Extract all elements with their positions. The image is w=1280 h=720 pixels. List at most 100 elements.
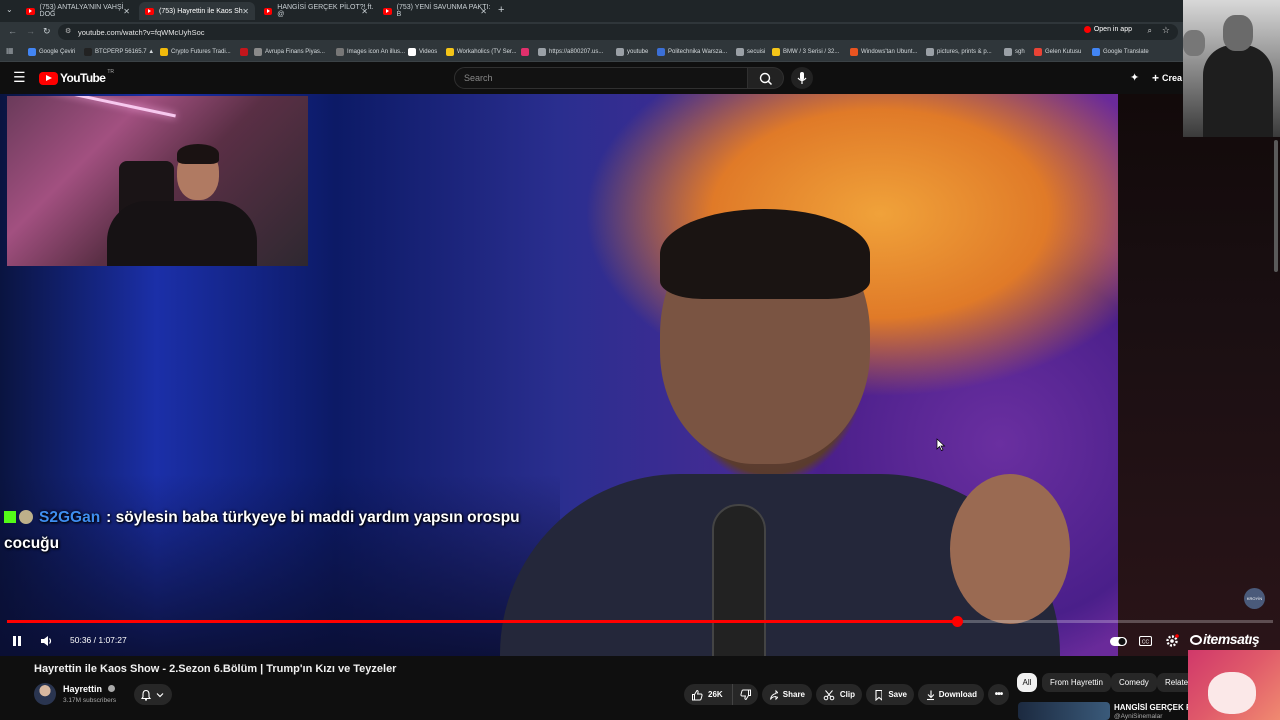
bookmark-item[interactable]: Images icon An illus...	[336, 46, 405, 58]
share-button[interactable]: Share	[762, 684, 812, 705]
bookmark-item[interactable]: youtube	[616, 46, 648, 58]
pause-icon[interactable]	[11, 635, 23, 647]
search-button[interactable]	[748, 67, 784, 89]
clip-button[interactable]: Clip	[816, 684, 862, 705]
bookmark-favicon-icon	[240, 48, 248, 56]
youtube-favicon-icon	[264, 7, 273, 15]
bookmark-item[interactable]: Crypto Futures Tradi...	[160, 46, 231, 58]
bookmark-item[interactable]	[240, 46, 251, 58]
mouse-cursor-icon	[936, 438, 946, 451]
reload-icon[interactable]: ↻	[43, 26, 51, 37]
forward-arrow-icon[interactable]: →	[26, 26, 35, 36]
page-scrollbar-thumb[interactable]	[1274, 140, 1278, 272]
close-tab-icon[interactable]: ✕	[242, 7, 249, 16]
new-tab-plus-icon[interactable]: +	[498, 4, 504, 16]
browser-tab-label: (753) YENİ SAVUNMA PAKTI: B	[396, 4, 491, 18]
sparkle-icon[interactable]: ✦	[1130, 71, 1139, 84]
bookmark-label: BMW / 3 Serisi / 32...	[783, 49, 840, 55]
chip-from-hayrettin[interactable]: From Hayrettin	[1042, 673, 1111, 692]
search-input[interactable]: Search	[454, 67, 748, 89]
open-in-app-button[interactable]: Open in app	[1083, 26, 1132, 33]
bookmark-favicon-icon	[616, 48, 624, 56]
zoom-icon[interactable]: ⌕	[1148, 26, 1152, 36]
close-tab-icon[interactable]: ✕	[361, 7, 368, 16]
more-actions-button[interactable]: •••	[988, 684, 1009, 705]
bookmark-item[interactable]: BMW / 3 Serisi / 32...	[772, 46, 839, 58]
settings-gear-icon[interactable]	[1165, 634, 1179, 648]
video-player[interactable]: S2GGan: söylesin baba türkyeye bi maddi …	[0, 94, 1280, 656]
save-button[interactable]: Save	[866, 684, 914, 705]
download-button[interactable]: Download	[918, 684, 984, 705]
autoplay-toggle-icon[interactable]	[1110, 636, 1128, 647]
notification-bell-button[interactable]	[134, 684, 172, 705]
scissors-icon	[823, 689, 835, 700]
related-video-channel: @AyniSinemalar	[1114, 713, 1163, 720]
related-video-title[interactable]: HANGİSİ GERÇEK PİL	[1114, 703, 1198, 712]
bookmark-item[interactable]: Videos	[408, 46, 437, 58]
channel-avatar[interactable]	[34, 683, 56, 705]
browser-tab-2[interactable]: (753) Hayrettin ile Kaos Sh ✕	[139, 2, 255, 20]
bookmark-label: Workaholics (TV Ser...	[457, 49, 517, 55]
browser-tab-4[interactable]: (753) YENİ SAVUNMA PAKTI: B ✕	[377, 2, 493, 20]
bookmark-item[interactable]	[521, 46, 532, 58]
address-bar-input[interactable]: ⚙ youtube.com/watch?v=fqWMcUyhSoc Open i…	[58, 24, 1178, 40]
like-button[interactable]: 26K	[684, 684, 732, 705]
more-dots-icon: •••	[994, 689, 1003, 700]
chip-all[interactable]: All	[1017, 673, 1037, 692]
back-arrow-icon[interactable]: ←	[8, 26, 17, 36]
cat-webcam-overlay	[1188, 650, 1280, 720]
bookmark-favicon-icon	[1092, 48, 1100, 56]
channel-name[interactable]: Hayrettin	[63, 684, 115, 694]
bookmark-item[interactable]: https://a800207.us...	[538, 46, 603, 58]
save-label: Save	[888, 690, 907, 699]
tab-search-chevron-icon[interactable]: ⌄	[6, 5, 13, 14]
chevron-down-icon	[156, 692, 164, 697]
youtube-play-logo-icon	[39, 71, 58, 85]
video-progress-bar[interactable]	[7, 616, 1273, 627]
kick-badge-icon	[4, 511, 16, 523]
bookmark-star-icon[interactable]: ☆	[1162, 25, 1170, 36]
browser-tab-1[interactable]: (753) ANTALYA'NIN VAHŞİ DOĞ ✕	[20, 2, 136, 20]
chip-related[interactable]: Relate	[1157, 673, 1188, 692]
bookmark-item[interactable]: Workaholics (TV Ser...	[446, 46, 517, 58]
close-tab-icon[interactable]: ✕	[123, 7, 130, 16]
youtube-logo[interactable]: YouTube TR	[39, 69, 114, 85]
subscriber-count: 3.17M subscribers	[63, 697, 117, 704]
youtube-logo-text: YouTube	[60, 71, 106, 85]
bookmark-item[interactable]: secuisi	[736, 46, 765, 58]
bookmark-item[interactable]: Windows'tan Ubunt...	[850, 46, 918, 58]
scrubber-handle[interactable]	[951, 616, 963, 627]
bookmark-item[interactable]: sgh	[1004, 46, 1025, 58]
browser-tab-3[interactable]: HANGİSİ GERÇEK PİLOT?! ft. @ ✕	[258, 2, 374, 20]
bookmark-item[interactable]: Google Çeviri	[28, 46, 75, 58]
bookmark-item[interactable]: BTCPERP 56165.7 ▲	[84, 46, 154, 58]
video-subject-hair	[660, 209, 870, 299]
site-info-icon[interactable]: ⚙	[65, 27, 71, 35]
bookmark-item[interactable]: Politechnika Warsza...	[657, 46, 727, 58]
bookmark-item[interactable]: Avrupa Finans Piyas...	[254, 46, 325, 58]
captions-icon[interactable]: CC	[1139, 635, 1152, 647]
dislike-button[interactable]	[732, 684, 758, 705]
apps-grid-icon[interactable]: ▦	[6, 46, 14, 55]
like-count: 26K	[708, 690, 723, 699]
bookmark-item[interactable]: Google Translate	[1092, 46, 1149, 58]
bookmark-favicon-icon	[521, 48, 529, 56]
volume-icon[interactable]	[39, 634, 53, 648]
voice-search-button[interactable]	[791, 67, 813, 89]
related-video-thumbnail[interactable]	[1018, 702, 1110, 720]
verified-badge-icon	[107, 685, 115, 692]
bookmark-icon	[875, 689, 883, 701]
bookmark-favicon-icon	[254, 48, 262, 56]
svg-text:CC: CC	[1142, 640, 1150, 646]
youtube-header: ☰ YouTube TR Search ✦ + Crea	[0, 62, 1280, 94]
create-button[interactable]: + Crea	[1152, 71, 1182, 85]
bookmark-favicon-icon	[446, 48, 454, 56]
close-tab-icon[interactable]: ✕	[480, 7, 487, 16]
hamburger-menu-icon[interactable]: ☰	[13, 69, 26, 86]
bookmark-item[interactable]: pictures, prints & p...	[926, 46, 992, 58]
bookmark-label: Images icon An illus...	[347, 49, 406, 55]
chip-comedy[interactable]: Comedy	[1111, 673, 1157, 692]
bookmark-item[interactable]: Gelen Kutusu	[1034, 46, 1081, 58]
browser-tab-strip: ⌄ (753) ANTALYA'NIN VAHŞİ DOĞ ✕ (753) Ha…	[0, 0, 1280, 22]
stream-chat-message: S2GGan: söylesin baba türkyeye bi maddi …	[4, 505, 544, 557]
